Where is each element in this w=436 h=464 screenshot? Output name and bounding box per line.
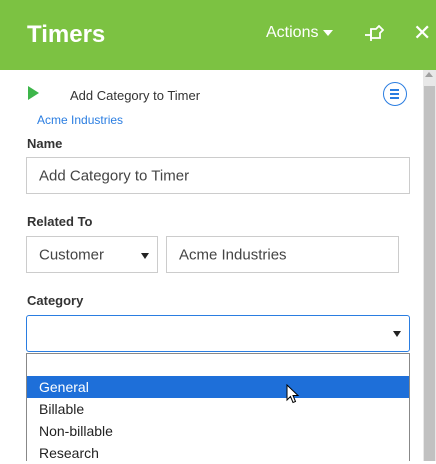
category-option[interactable]: Non-billable	[27, 420, 409, 442]
category-dropdown: General Billable Non-billable Research	[26, 353, 410, 461]
category-select[interactable]	[26, 315, 410, 352]
name-label: Name	[27, 136, 63, 151]
category-option[interactable]: General	[27, 376, 409, 398]
chevron-down-icon	[141, 253, 149, 259]
chevron-down-icon[interactable]	[323, 30, 333, 36]
actions-menu-button[interactable]: Actions	[266, 24, 318, 42]
pin-icon[interactable]	[364, 25, 384, 45]
scroll-up-icon[interactable]	[425, 72, 433, 77]
customer-link[interactable]: Acme Industries	[37, 113, 123, 127]
name-value: Add Category to Timer	[39, 167, 190, 184]
scrollbar-thumb[interactable]	[424, 86, 435, 461]
related-to-label: Related To	[27, 214, 93, 229]
timer-title: Add Category to Timer	[70, 88, 201, 103]
related-value-field[interactable]: Acme Industries	[166, 236, 399, 273]
category-option[interactable]: Billable	[27, 398, 409, 420]
name-field[interactable]: Add Category to Timer	[26, 157, 410, 194]
related-type-value: Customer	[39, 246, 105, 263]
page-title: Timers	[27, 21, 106, 48]
header-bar: Timers Actions ✕	[0, 0, 436, 70]
hamburger-menu-icon[interactable]	[383, 82, 407, 106]
play-icon[interactable]	[28, 86, 39, 100]
category-option[interactable]	[27, 354, 409, 376]
related-type-select[interactable]: Customer	[26, 236, 158, 273]
close-icon[interactable]: ✕	[413, 20, 431, 46]
chevron-down-icon	[393, 331, 401, 337]
category-label: Category	[27, 293, 84, 308]
related-value: Acme Industries	[179, 246, 287, 263]
mouse-cursor-icon	[286, 384, 300, 404]
